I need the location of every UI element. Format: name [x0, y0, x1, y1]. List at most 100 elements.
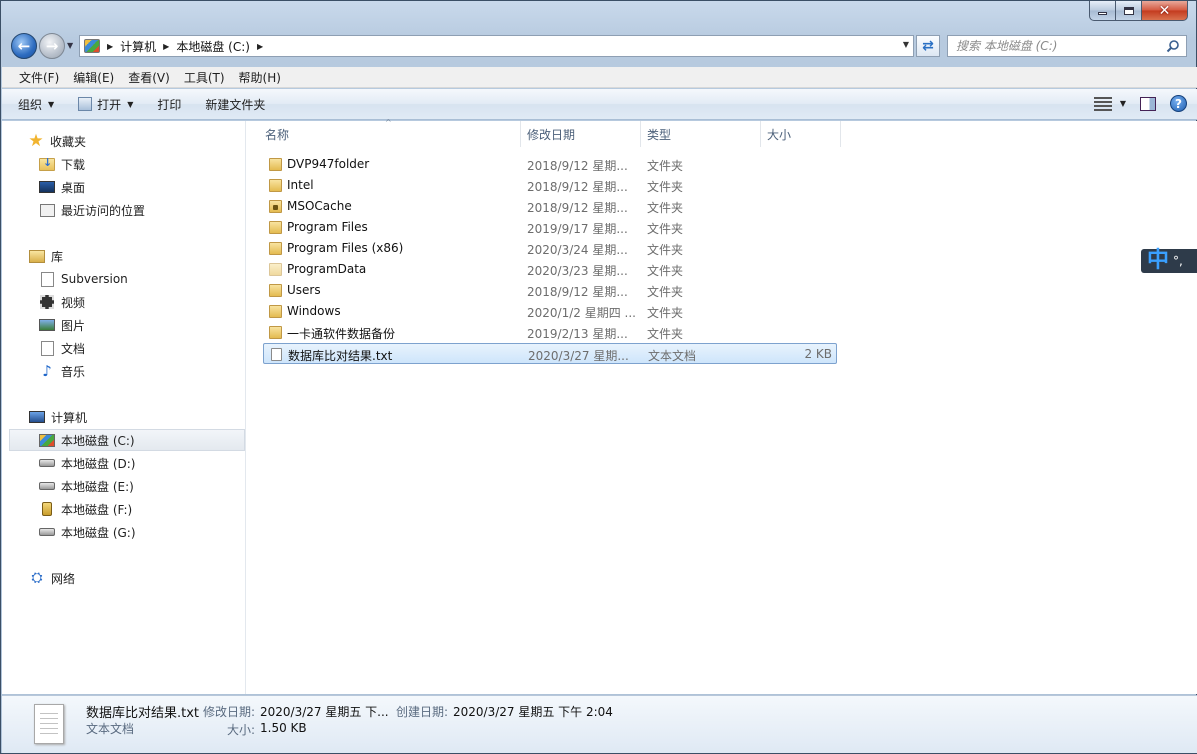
- details-view-icon: [1093, 96, 1112, 111]
- content-area: ★ 收藏夹 下载 桌面 最近访问的位置 库 Subversion: [2, 118, 1197, 694]
- file-date: 2020/1/2 星期四 ...: [527, 306, 636, 320]
- sidebar-label: 桌面: [61, 180, 86, 195]
- sidebar-item-drive-g[interactable]: 本地磁盘 (G:): [2, 521, 245, 543]
- search-input[interactable]: [956, 39, 1166, 53]
- breadcrumb-drive-c[interactable]: 本地磁盘 (C:): [176, 38, 250, 55]
- network-icon: ⛭: [31, 570, 43, 586]
- file-type: 文件夹: [647, 306, 684, 320]
- column-header-modified[interactable]: 修改日期: [521, 121, 641, 147]
- close-button[interactable]: ✕: [1142, 1, 1188, 21]
- forward-button[interactable]: →: [39, 33, 65, 59]
- menu-file[interactable]: 文件(F): [12, 69, 66, 86]
- libraries-icon: [29, 248, 45, 264]
- file-date: 2020/3/27 星期...: [528, 349, 629, 363]
- minimize-button[interactable]: [1089, 1, 1116, 21]
- breadcrumb-separator[interactable]: ▶: [257, 42, 263, 51]
- details-file-type: 文本文档: [86, 722, 135, 736]
- search-box[interactable]: [947, 35, 1187, 57]
- file-type: 文件夹: [647, 222, 684, 236]
- preview-pane-icon[interactable]: [1140, 96, 1156, 111]
- file-date: 2019/2/13 星期...: [527, 327, 628, 341]
- sidebar-item-desktop[interactable]: 桌面: [2, 176, 245, 198]
- column-header-name[interactable]: ^ 名称: [247, 118, 521, 147]
- sidebar-item-drive-f[interactable]: 本地磁盘 (F:): [2, 498, 245, 520]
- breadcrumb-computer[interactable]: 计算机: [120, 38, 156, 55]
- address-history-dropdown[interactable]: ▼: [903, 40, 909, 49]
- sidebar-item-subversion[interactable]: Subversion: [2, 268, 245, 290]
- video-icon: [39, 294, 55, 310]
- file-size: 2 KB: [804, 347, 832, 361]
- open-button[interactable]: 打开 ▼: [78, 96, 133, 113]
- organize-button[interactable]: 组织 ▼: [18, 96, 54, 113]
- sidebar-item-recent-places[interactable]: 最近访问的位置: [2, 199, 245, 221]
- folder-icon: [269, 326, 282, 339]
- sidebar-item-music[interactable]: ♪ 音乐: [2, 360, 245, 382]
- address-bar[interactable]: ▶ 计算机 ▶ 本地磁盘 (C:) ▶ ▼: [79, 35, 914, 57]
- sidebar-item-favorites[interactable]: ★ 收藏夹: [2, 130, 245, 152]
- refresh-button[interactable]: ⇄: [916, 35, 940, 57]
- breadcrumb-separator[interactable]: ▶: [107, 42, 113, 51]
- sidebar-item-videos[interactable]: 视频: [2, 291, 245, 313]
- sidebar-item-pictures[interactable]: 图片: [2, 314, 245, 336]
- file-date: 2018/9/12 星期...: [527, 201, 628, 215]
- sidebar-item-documents[interactable]: 文档: [2, 337, 245, 359]
- folder-icon: [269, 305, 282, 318]
- breadcrumb-separator[interactable]: ▶: [163, 42, 169, 51]
- column-label: 类型: [647, 127, 672, 142]
- navigation-pane: ★ 收藏夹 下载 桌面 最近访问的位置 库 Subversion: [2, 121, 246, 694]
- sort-ascending-icon: ^: [385, 118, 392, 127]
- file-name: ProgramData: [287, 262, 367, 276]
- column-header-type[interactable]: 类型: [641, 121, 761, 147]
- sidebar-item-network[interactable]: ⛭ 网络: [2, 567, 245, 589]
- file-row[interactable]: ProgramData 2020/3/23 星期... 文件夹: [263, 259, 837, 280]
- ime-mode-indicator[interactable]: 中: [1147, 250, 1169, 272]
- file-row[interactable]: Intel 2018/9/12 星期... 文件夹: [263, 175, 837, 196]
- system-drive-icon: [39, 432, 55, 448]
- file-name: Intel: [287, 178, 314, 192]
- file-row[interactable]: Windows 2020/1/2 星期四 ... 文件夹: [263, 301, 837, 322]
- new-folder-label: 新建文件夹: [205, 97, 266, 112]
- sidebar-label: 视频: [61, 295, 86, 310]
- file-type: 文件夹: [647, 201, 684, 215]
- sidebar-item-drive-e[interactable]: 本地磁盘 (E:): [2, 475, 245, 497]
- menu-help[interactable]: 帮助(H): [232, 69, 288, 86]
- maximize-button[interactable]: [1116, 1, 1142, 21]
- folder-icon: [269, 179, 282, 192]
- file-type: 文件夹: [647, 327, 684, 341]
- documents-icon: [39, 340, 55, 356]
- sidebar-item-libraries[interactable]: 库: [2, 245, 245, 267]
- ime-punctuation-indicator[interactable]: °,: [1173, 254, 1183, 268]
- search-icon[interactable]: [1166, 39, 1180, 53]
- folder-icon: [269, 221, 282, 234]
- sidebar-item-drive-d[interactable]: 本地磁盘 (D:): [2, 452, 245, 474]
- open-label: 打开: [97, 97, 122, 112]
- new-folder-button[interactable]: 新建文件夹: [205, 96, 265, 113]
- print-button[interactable]: 打印: [157, 96, 181, 113]
- help-icon[interactable]: ?: [1170, 95, 1187, 112]
- column-label: 修改日期: [527, 127, 576, 142]
- menu-edit[interactable]: 编辑(E): [66, 69, 121, 86]
- change-view-button[interactable]: ▼: [1093, 96, 1126, 111]
- command-bar: 组织 ▼ 打开 ▼ 打印 新建文件夹 ▼ ?: [2, 89, 1197, 120]
- file-row[interactable]: MSOCache 2018/9/12 星期... 文件夹: [263, 196, 837, 217]
- caption-buttons: ✕: [1089, 1, 1188, 21]
- sidebar-item-drive-c[interactable]: 本地磁盘 (C:): [9, 429, 245, 451]
- sidebar-item-computer[interactable]: 计算机: [2, 406, 245, 428]
- locked-folder-icon: [269, 200, 282, 213]
- file-row-selected[interactable]: 数据库比对结果.txt 2020/3/27 星期... 文本文档 2 KB: [263, 343, 837, 364]
- back-button[interactable]: ←: [11, 33, 37, 59]
- menu-tools[interactable]: 工具(T): [177, 69, 232, 86]
- sidebar-item-downloads[interactable]: 下载: [2, 153, 245, 175]
- file-list: ^ 名称 修改日期 类型 大小 DVP947folder 2018/9/12 星…: [247, 118, 1197, 694]
- menu-view[interactable]: 查看(V): [121, 69, 177, 86]
- recent-pages-dropdown[interactable]: ▼: [67, 41, 73, 50]
- file-row[interactable]: Program Files 2019/9/17 星期... 文件夹: [263, 217, 837, 238]
- file-row[interactable]: 一卡通软件数据备份 2019/2/13 星期... 文件夹: [263, 322, 837, 343]
- file-row[interactable]: DVP947folder 2018/9/12 星期... 文件夹: [263, 154, 837, 175]
- details-size-label: 大小:: [227, 723, 256, 737]
- forward-arrow-icon: →: [45, 37, 59, 55]
- ime-toolbar[interactable]: 中 °,: [1141, 249, 1197, 273]
- column-header-size[interactable]: 大小: [761, 121, 841, 147]
- file-row[interactable]: Program Files (x86) 2020/3/24 星期... 文件夹: [263, 238, 837, 259]
- file-row[interactable]: Users 2018/9/12 星期... 文件夹: [263, 280, 837, 301]
